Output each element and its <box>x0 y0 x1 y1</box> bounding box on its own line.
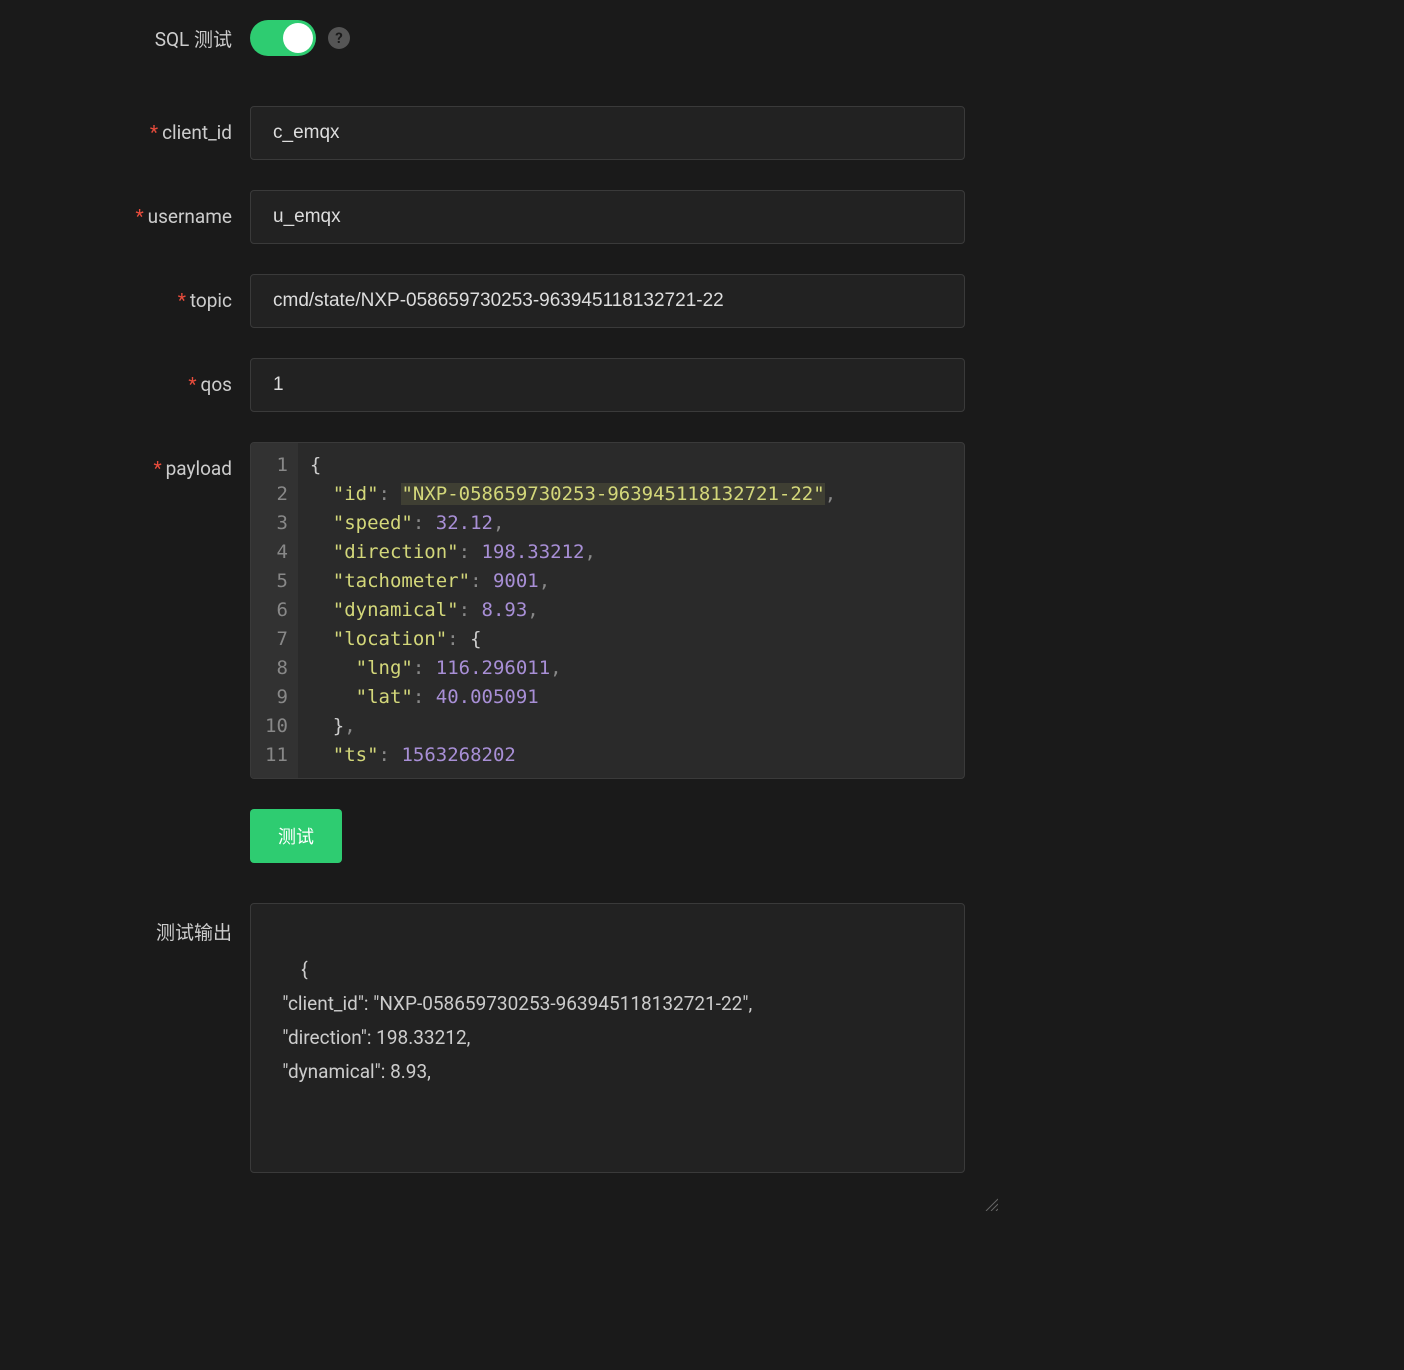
output-text: { "client_id": "NXP-058659730253-9639451… <box>273 958 752 1083</box>
qos-label: *qos <box>20 358 250 396</box>
topic-row: *topic <box>20 274 1384 328</box>
payload-label: *payload <box>20 442 250 480</box>
help-icon[interactable]: ? <box>328 27 350 49</box>
payload-code-content[interactable]: { "id": "NXP-058659730253-96394511813272… <box>298 443 964 778</box>
line-number-gutter: 1234567891011 <box>251 443 298 778</box>
username-row: *username <box>20 190 1384 244</box>
qos-input[interactable] <box>250 358 965 412</box>
output-row: 测试输出 { "client_id": "NXP-058659730253-96… <box>20 903 1384 1173</box>
output-textarea[interactable]: { "client_id": "NXP-058659730253-9639451… <box>250 903 965 1173</box>
resize-handle-icon[interactable] <box>946 1154 960 1168</box>
client-id-input[interactable] <box>250 106 965 160</box>
payload-row: *payload 1234567891011 { "id": "NXP-0586… <box>20 442 1384 779</box>
sql-test-toggle-row: SQL 测试 ? <box>20 20 1384 56</box>
sql-test-label: SQL 测试 <box>20 25 250 52</box>
toggle-knob-icon <box>283 23 313 53</box>
qos-row: *qos <box>20 358 1384 412</box>
sql-test-toggle[interactable] <box>250 20 316 56</box>
payload-editor[interactable]: 1234567891011 { "id": "NXP-058659730253-… <box>250 442 965 779</box>
test-button[interactable]: 测试 <box>250 809 342 863</box>
output-label: 测试输出 <box>20 903 250 945</box>
topic-label: *topic <box>20 274 250 312</box>
username-input[interactable] <box>250 190 965 244</box>
client-id-row: *client_id <box>20 106 1384 160</box>
topic-input[interactable] <box>250 274 965 328</box>
client-id-label: *client_id <box>20 106 250 144</box>
username-label: *username <box>20 190 250 228</box>
